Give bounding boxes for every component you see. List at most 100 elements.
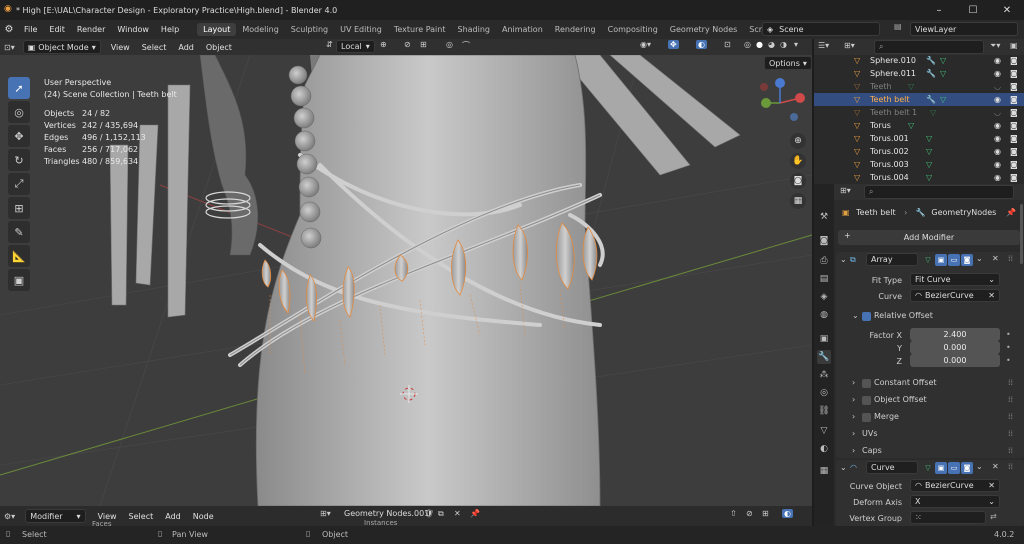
drag-handle-icon[interactable]: ⁞⁞ [1008,395,1013,404]
node-menu-select[interactable]: Select [123,512,160,521]
outliner-row[interactable]: ▽ Torus.004 ▽ ◉ ◙ [814,171,1024,184]
keyframe-dot-icon[interactable]: • [1006,343,1011,352]
shading-options-icon[interactable]: ▾ [794,40,798,49]
curve-object-field[interactable]: ◠ BezierCurve ✕ [910,479,1000,492]
render-camera-icon[interactable]: ◙ [1010,82,1018,91]
select-tool-icon[interactable]: ➚ [8,77,30,99]
parent-node-tree-icon[interactable]: ⇧ [730,509,737,518]
data-tab-icon[interactable]: ▽ [817,424,831,438]
remove-modifier-icon[interactable]: ✕ [992,462,999,471]
navigation-gizmo[interactable] [752,75,808,131]
render-camera-icon[interactable]: ◙ [1010,160,1018,169]
editor-type-icon[interactable]: ⊡▾ [0,43,19,52]
tab-sculpting[interactable]: Sculpting [285,23,334,36]
remove-modifier-icon[interactable]: ✕ [992,254,999,263]
menu-help[interactable]: Help [155,25,185,34]
pin-icon[interactable]: 📌 [470,509,480,518]
tab-modeling[interactable]: Modeling [236,23,284,36]
render-camera-icon[interactable]: ◙ [1010,56,1018,65]
texture-tab-icon[interactable]: ▦ [817,464,831,478]
blender-menu-icon[interactable]: ⚙ [0,24,18,35]
eye-icon[interactable]: ◉ [994,56,1001,65]
modifier-menu-icon[interactable]: ⌄ [976,462,983,471]
snap-node-icon[interactable]: ⊘ [746,509,753,518]
constraints-tab-icon[interactable]: ⛓ [817,404,831,418]
node-menu-node[interactable]: Node [187,512,220,521]
outliner-row[interactable]: ▽ Torus.003 ▽ ◉ ◙ [814,158,1024,171]
node-group-name[interactable]: Geometry Nodes.001 [344,509,429,518]
render-camera-icon[interactable]: ◙ [1010,69,1018,78]
tab-rendering[interactable]: Rendering [549,23,602,36]
outliner-row[interactable]: ▽ Teeth ▽ ◡ ◙ [814,80,1024,93]
render-camera-icon[interactable]: ◙ [1010,147,1018,156]
clear-icon[interactable]: ✕ [988,291,995,300]
object-tab-icon[interactable]: ▣ [817,332,831,346]
snap-icon[interactable]: ⊘ [404,40,411,49]
eye-icon[interactable]: ◉ [994,160,1001,169]
measure-tool-icon[interactable]: 📐 [8,245,30,267]
node-menu-add[interactable]: Add [159,512,187,521]
curve-mod-name-field[interactable]: Curve [866,461,918,474]
drag-handle-icon[interactable]: ⁞⁞ [1008,446,1013,455]
keyframe-dot-icon[interactable]: • [1006,356,1011,365]
invert-arrows-icon[interactable]: ⇄ [990,512,997,521]
expand-chevron-icon[interactable]: › [852,446,855,455]
menu-window[interactable]: Window [111,25,155,34]
edit-cage-icon[interactable]: ▽ [922,254,934,266]
editmode-icon[interactable]: ▣ [935,254,947,266]
tool-tab-icon[interactable]: ⚒ [817,210,831,224]
pan-hand-icon[interactable]: ✋ [790,153,806,169]
close-button[interactable]: ✕ [990,0,1024,20]
add-cube-tool-icon[interactable]: ▣ [8,269,30,291]
unlink-icon[interactable]: ✕ [454,509,461,518]
drag-handle-icon[interactable]: ⁞⁞ [1008,254,1013,263]
outliner-type-icon[interactable]: ☰▾ [818,41,829,50]
scale-tool-icon[interactable]: ⤢ [8,173,30,195]
deform-axis-dropdown[interactable]: X ⌄ [910,495,1000,508]
outliner-row[interactable]: ▽ Sphere.011 🔧 ▽ ◉ ◙ [814,67,1024,80]
modifier-menu-icon[interactable]: ⌄ [976,254,983,263]
gizmo-toggle-icon[interactable]: ✥ [668,40,679,49]
expand-chevron-icon[interactable]: › [852,395,855,404]
render-camera-icon[interactable]: ◙ [1010,134,1018,143]
tab-animation[interactable]: Animation [496,23,549,36]
new-collection-icon[interactable]: ▣ [1010,41,1018,50]
fit-type-dropdown[interactable]: Fit Curve ⌄ [910,273,1000,286]
rendered-shading-icon[interactable]: ◑ [780,40,787,49]
factor-z-field[interactable]: 0.000 [910,354,1000,367]
output-tab-icon[interactable]: ⎙ [817,254,831,268]
factor-y-field[interactable]: 0.000 [910,341,1000,354]
minimize-button[interactable]: – [922,0,956,20]
expand-chevron-icon[interactable]: › [852,412,855,421]
drag-handle-icon[interactable]: ⁞⁞ [1008,378,1013,387]
ortho-grid-icon[interactable]: ▦ [790,193,806,209]
outliner-row[interactable]: ▽ Torus.002 ▽ ◉ ◙ [814,145,1024,158]
render-icon[interactable]: ◙ [961,462,973,474]
camera-view-icon[interactable]: ◙ [790,173,806,189]
expand-chevron-icon[interactable]: › [852,378,855,387]
view-layer-selector[interactable]: ViewLayer [910,22,1018,36]
eye-icon[interactable]: ◉ [994,69,1001,78]
node-mode-selector[interactable]: Modifier ▾ [25,509,86,523]
keyframe-dot-icon[interactable]: • [1006,330,1011,339]
node-overlay-icon[interactable]: ◐ [782,509,793,518]
render-icon[interactable]: ◙ [961,254,973,266]
falloff-icon[interactable]: ⌒ [462,40,470,51]
physics-tab-icon[interactable]: ◎ [817,386,831,400]
world-tab-icon[interactable]: ◍ [817,308,831,322]
outliner-row[interactable]: ▽ Torus.001 ▽ ◉ ◙ [814,132,1024,145]
options-button[interactable]: Options ▾ [764,56,812,70]
node-editor-type-icon[interactable]: ⚙▾ [0,512,19,521]
eye-icon[interactable]: ◉ [994,134,1001,143]
curve-object-field[interactable]: ◠ BezierCurve ✕ [910,289,1000,302]
collapse-chevron-icon[interactable]: ⌄ [840,255,847,264]
tab-uv-editing[interactable]: UV Editing [334,23,388,36]
expand-chevron-icon[interactable]: › [852,429,855,438]
collapse-chevron-icon[interactable]: ⌄ [852,311,859,320]
properties-search-input[interactable]: ⌕ [864,185,1014,199]
drag-handle-icon[interactable]: ⁞⁞ [1008,412,1013,421]
snap-mode-icon[interactable]: ⊞ [762,509,769,518]
render-tab-icon[interactable]: ◙ [817,234,831,248]
eye-hidden-icon[interactable]: ◡ [994,108,1001,117]
outliner-row[interactable]: ▽ Sphere.010 🔧 ▽ ◉ ◙ [814,54,1024,67]
